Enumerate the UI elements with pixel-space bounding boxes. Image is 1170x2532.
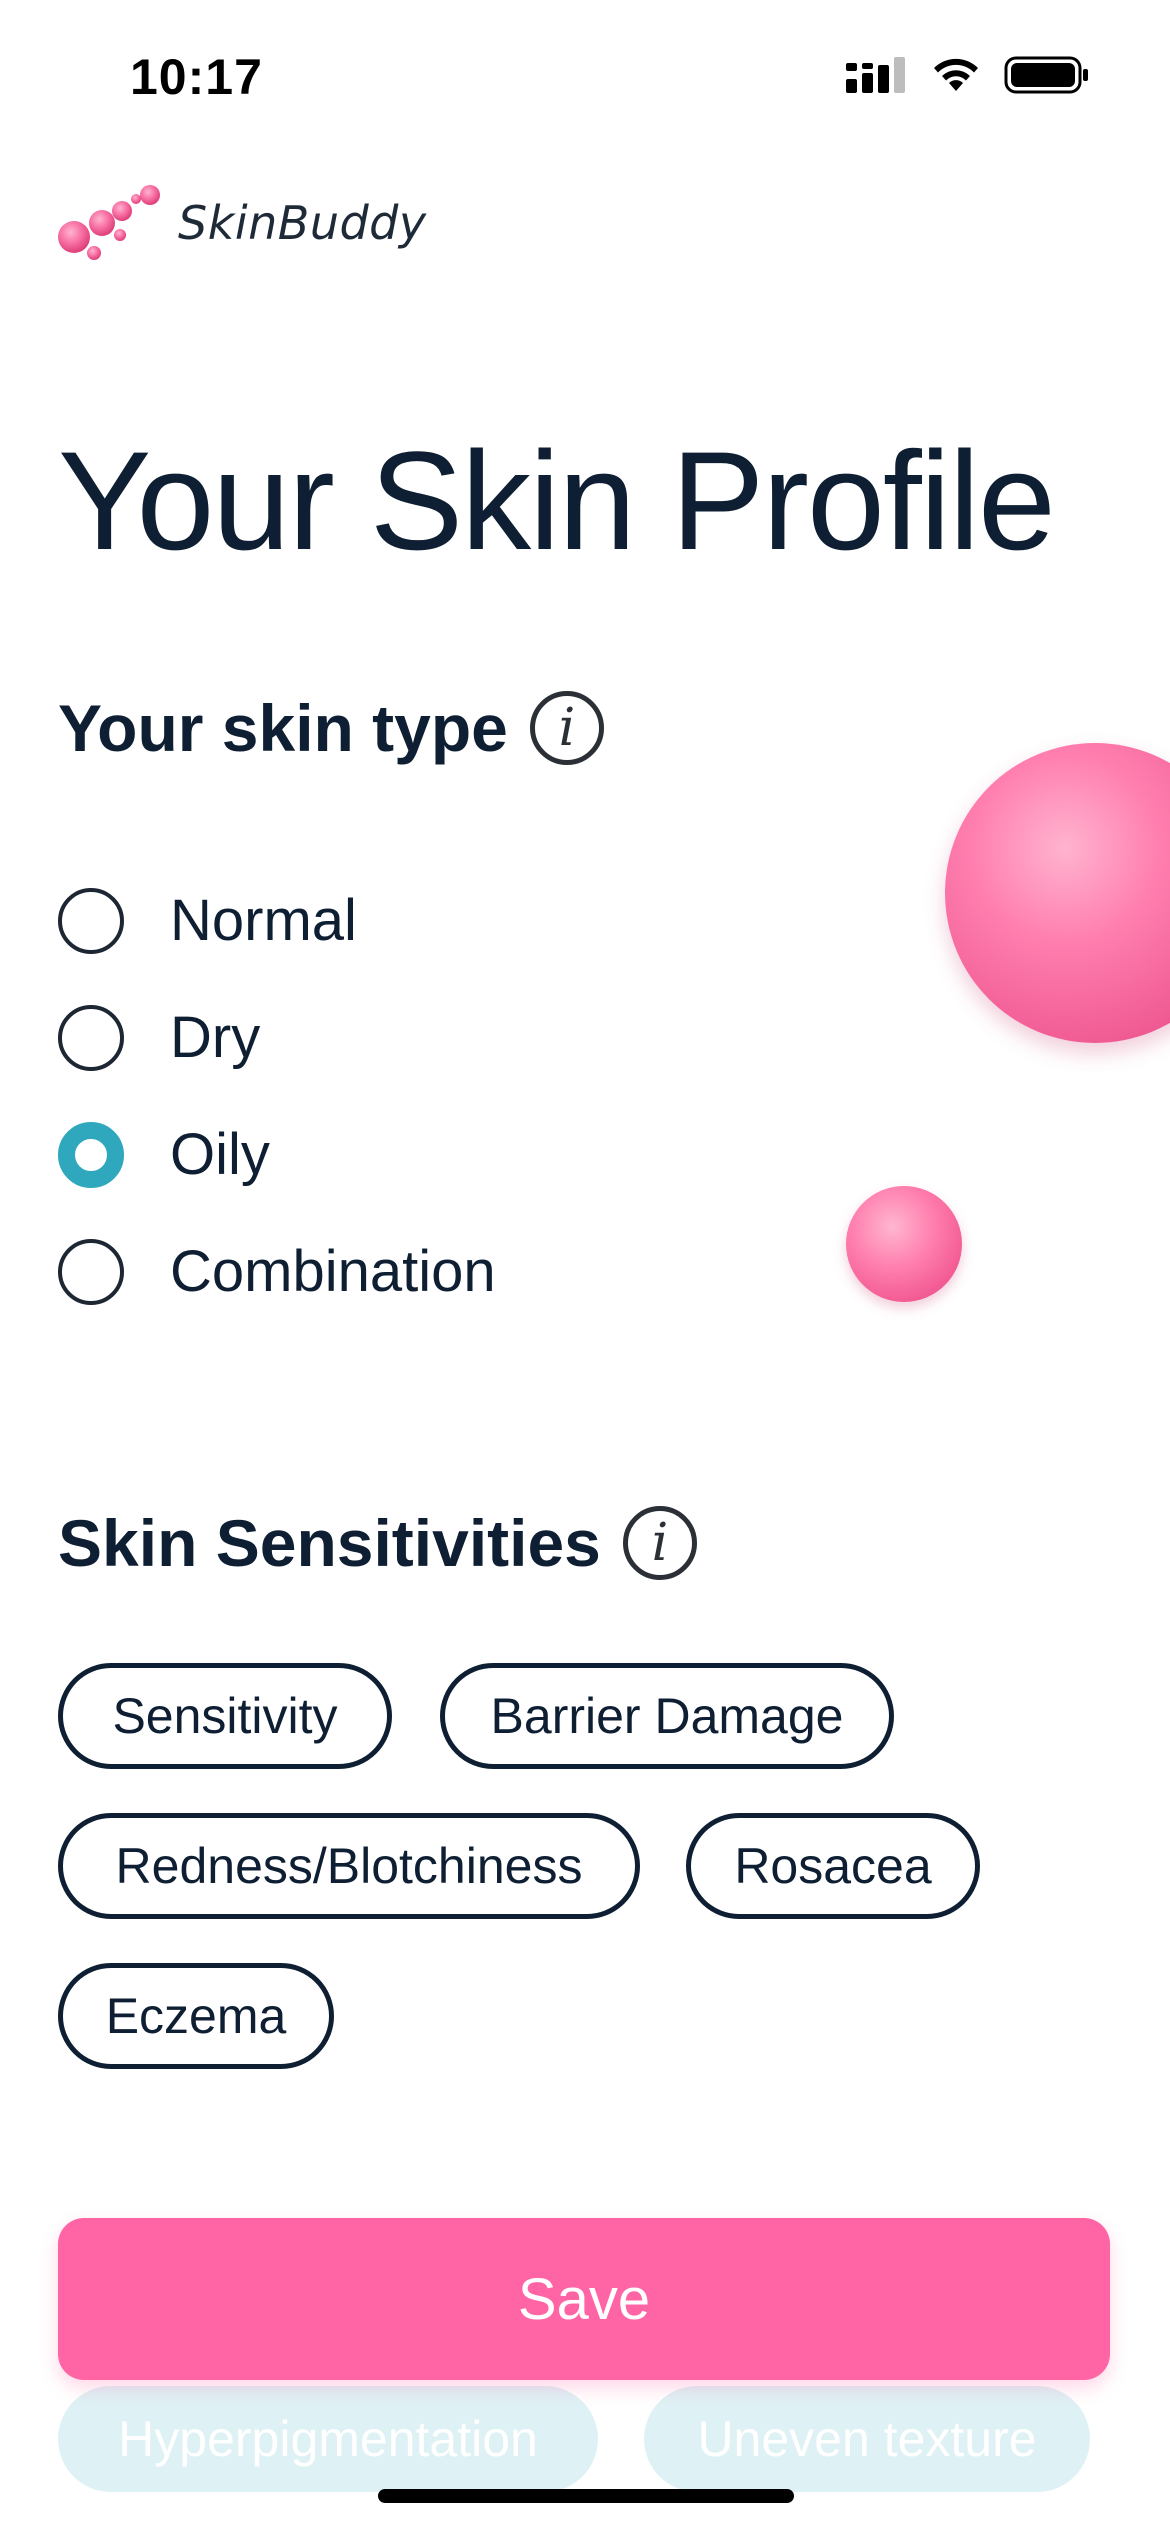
radio-label: Dry [170,1005,261,1070]
chip-sensitivity[interactable]: Sensitivity [58,1663,392,1769]
skin-type-option-normal[interactable]: Normal [58,862,496,979]
skin-profile-screen: 10:17 SkinBuddy Your Skin Profile Your s… [0,0,1170,2532]
save-button[interactable]: Save [58,2218,1110,2380]
sensitivities-title: Skin Sensitivities [58,1506,601,1580]
chip-eczema[interactable]: Eczema [58,1963,334,2069]
decorative-pink-bubble-small [846,1186,962,1302]
skin-type-radio-group: Normal Dry Oily Combination [58,862,496,1330]
radio-button[interactable] [58,887,124,954]
sensitivities-heading: Skin Sensitivities i [58,1505,697,1581]
skin-type-option-combination[interactable]: Combination [58,1213,496,1330]
status-time: 10:17 [130,49,263,105]
decorative-pink-bubble-large [945,743,1170,1043]
radio-button-selected[interactable] [58,1121,124,1188]
wifi-icon [934,58,978,91]
faded-chip-row: Hyperpigmentation Uneven texture [58,2386,1118,2492]
sensitivities-info-icon[interactable]: i [622,1506,697,1580]
skin-type-option-dry[interactable]: Dry [58,979,496,1096]
chip-rosacea[interactable]: Rosacea [686,1813,980,1919]
status-icons [846,55,1090,95]
radio-label: Oily [170,1122,270,1187]
skin-type-title: Your skin type [58,691,508,765]
page-title: Your Skin Profile [58,422,1056,579]
radio-label: Normal [170,888,357,953]
chip-hyperpigmentation[interactable]: Hyperpigmentation [58,2386,598,2492]
chip-uneven-texture[interactable]: Uneven texture [644,2386,1090,2492]
radio-label: Combination [170,1239,496,1304]
chip-redness-blotchiness[interactable]: Redness/Blotchiness [58,1813,640,1919]
home-indicator [378,2489,794,2503]
bubbles-logo-icon [58,185,160,260]
status-bar: 10:17 [0,0,1170,150]
radio-button[interactable] [58,1238,124,1305]
skin-type-option-oily[interactable]: Oily [58,1096,496,1213]
app-name: SkinBuddy [178,196,427,250]
cellular-signal-icon [846,57,905,93]
skin-type-heading: Your skin type i [58,690,604,766]
battery-icon [1004,56,1088,94]
app-logo: SkinBuddy [58,183,427,263]
radio-button[interactable] [58,1004,124,1071]
skin-type-info-icon[interactable]: i [529,691,604,765]
chip-barrier-damage[interactable]: Barrier Damage [440,1663,894,1769]
